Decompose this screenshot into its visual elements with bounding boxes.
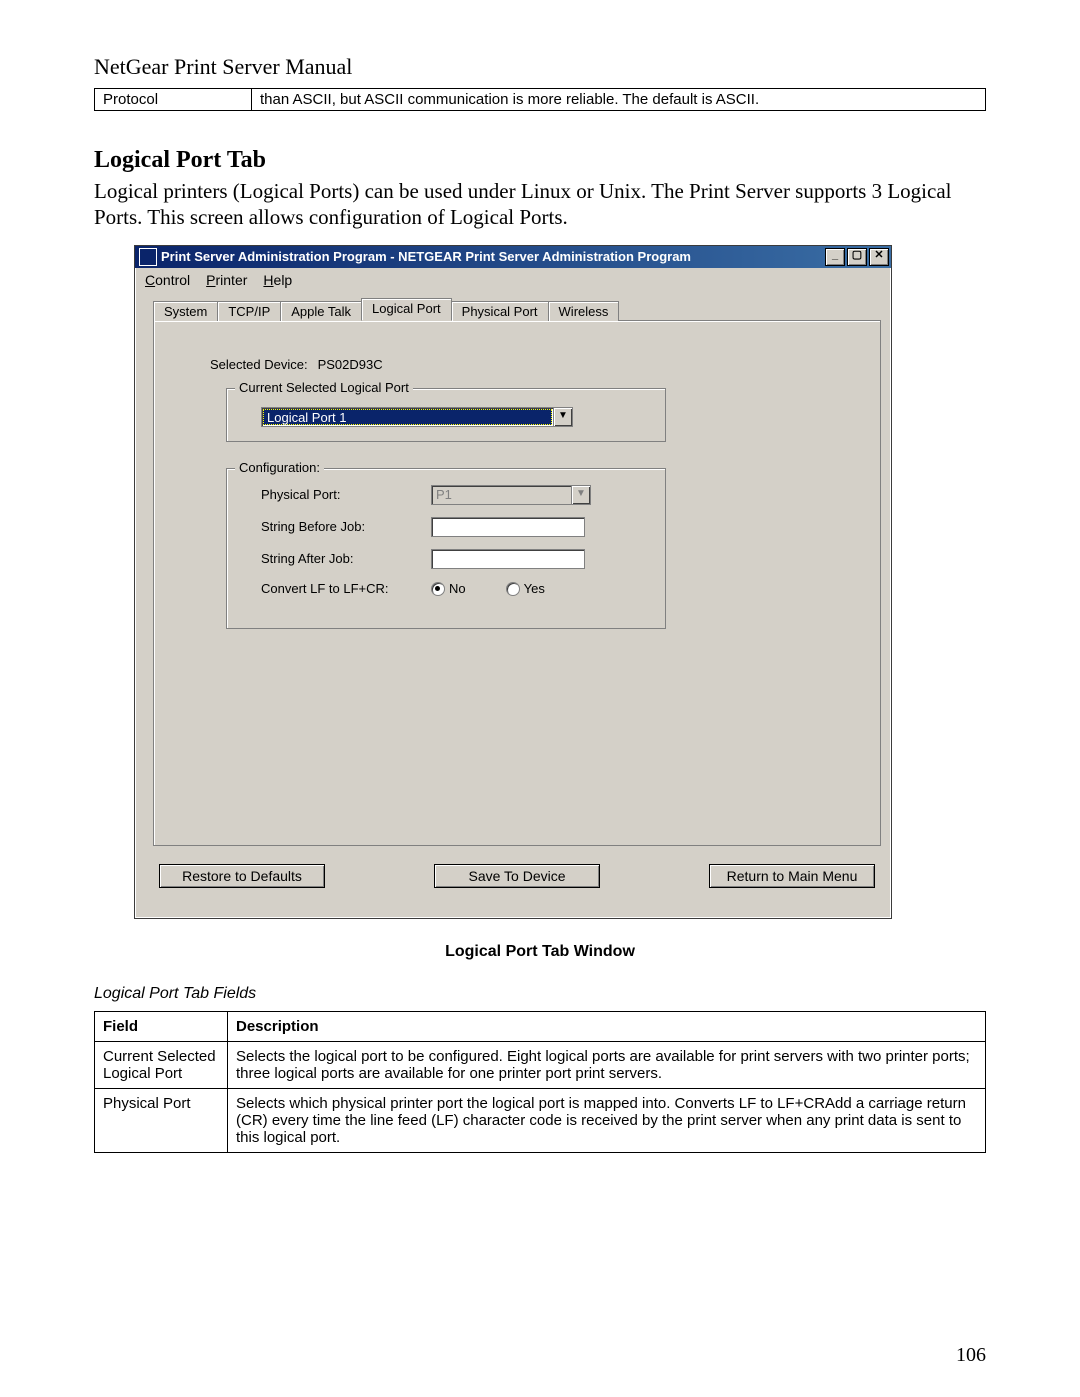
string-before-label: String Before Job: [261,519,431,534]
selected-device-value: PS02D93C [318,357,383,372]
app-icon [139,248,157,266]
section-paragraph: Logical printers (Logical Ports) can be … [94,178,986,231]
chevron-down-icon: ▼ [571,486,590,504]
chevron-down-icon[interactable]: ▼ [553,408,572,426]
menu-bar: Control Printer Help [135,268,891,292]
field-name: Current Selected Logical Port [95,1041,228,1088]
radio-icon [431,582,445,596]
top-table-desc: than ASCII, but ASCII communication is m… [252,89,986,111]
top-fragment-table: Protocol than ASCII, but ASCII communica… [94,88,986,111]
configuration-group: Configuration: Physical Port: P1 ▼ Strin… [226,468,666,630]
tab-logical-port[interactable]: Logical Port [361,298,452,321]
selected-device-label: Selected Device: [210,357,308,372]
tab-physical-port[interactable]: Physical Port [451,301,549,321]
page-header: NetGear Print Server Manual [94,54,986,80]
physical-port-value: P1 [432,486,571,504]
page-number: 106 [956,1344,986,1367]
menu-help[interactable]: Help [263,272,292,288]
app-window: Print Server Administration Program - NE… [134,245,892,919]
restore-defaults-button[interactable]: Restore to Defaults [159,864,325,888]
top-table-field: Protocol [95,89,252,111]
current-logical-port-group: Current Selected Logical Port Logical Po… [226,388,666,442]
string-after-input[interactable] [431,549,585,569]
menu-control[interactable]: Control [145,272,190,288]
tab-panel: Selected Device: PS02D93C Current Select… [153,320,881,846]
minimize-button[interactable]: _ [825,248,845,266]
maximize-button[interactable]: ▢ [847,248,867,266]
close-button[interactable]: ✕ [869,248,889,266]
titlebar[interactable]: Print Server Administration Program - NE… [135,246,891,268]
return-main-menu-button[interactable]: Return to Main Menu [709,864,875,888]
fields-table: Field Description Current Selected Logic… [94,1011,986,1153]
field-desc: Selects the logical port to be configure… [228,1041,986,1088]
fields-header-field: Field [95,1011,228,1041]
physical-port-combo[interactable]: P1 ▼ [431,485,591,505]
field-name: Physical Port [95,1088,228,1152]
convert-lf-label: Convert LF to LF+CR: [261,581,431,596]
logical-port-combo[interactable]: Logical Port 1 ▼ [261,407,573,427]
table-row: Physical Port Selects which physical pri… [95,1088,986,1152]
string-before-input[interactable] [431,517,585,537]
tab-system[interactable]: System [153,301,218,321]
table-caption: Logical Port Tab Fields [94,985,986,1003]
radio-yes[interactable]: Yes [506,581,545,597]
save-to-device-button[interactable]: Save To Device [434,864,600,888]
tab-wireless[interactable]: Wireless [548,301,620,321]
radio-icon [506,582,520,596]
string-after-label: String After Job: [261,551,431,566]
field-desc: Selects which physical printer port the … [228,1088,986,1152]
group-legend-current: Current Selected Logical Port [235,380,413,395]
titlebar-text: Print Server Administration Program - NE… [161,249,825,264]
tab-appletalk[interactable]: Apple Talk [280,301,362,321]
physical-port-label: Physical Port: [261,487,431,502]
table-row: Current Selected Logical Port Selects th… [95,1041,986,1088]
radio-no[interactable]: No [431,581,466,597]
logical-port-combo-value: Logical Port 1 [263,409,552,425]
group-legend-config: Configuration: [235,460,324,475]
figure-caption: Logical Port Tab Window [94,943,986,961]
tab-strip: System TCP/IP Apple Talk Logical Port Ph… [153,300,881,321]
tab-tcpip[interactable]: TCP/IP [217,301,281,321]
fields-header-description: Description [228,1011,986,1041]
menu-printer[interactable]: Printer [206,272,247,288]
section-heading: Logical Port Tab [94,147,986,174]
